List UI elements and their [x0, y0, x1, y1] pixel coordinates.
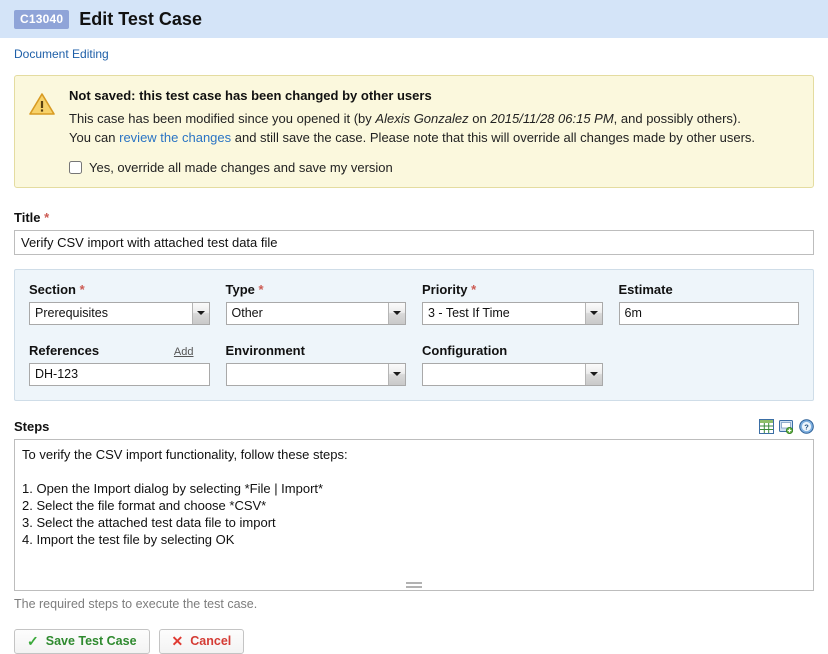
estimate-input[interactable]	[618, 301, 799, 325]
steps-hint: The required steps to execute the test c…	[14, 596, 258, 611]
warning-timestamp: 2015/11/28 06:15 PM	[490, 111, 614, 126]
override-changes-checkbox[interactable]	[69, 160, 82, 174]
override-changes-label[interactable]: Yes, override all made changes and save …	[89, 160, 393, 175]
section-field-group: Section * Prerequisites	[29, 282, 210, 325]
chevron-down-icon[interactable]	[584, 302, 602, 324]
section-select[interactable]: Prerequisites	[29, 301, 210, 325]
page-title: Edit Test Case	[79, 8, 202, 29]
steps-field-group: Steps ? To verify the CSV import functio…	[14, 418, 814, 611]
add-image-icon[interactable]	[779, 419, 794, 434]
title-input[interactable]	[14, 229, 814, 255]
form-actions: ✓ Save Test Case ✕ Cancel	[14, 628, 814, 654]
environment-label: Environment	[225, 342, 305, 358]
breadcrumb: Document Editing	[0, 38, 828, 67]
save-test-case-button[interactable]: ✓ Save Test Case	[14, 628, 150, 654]
estimate-field-group: Estimate	[618, 281, 799, 325]
steps-label: Steps	[14, 418, 50, 434]
priority-select[interactable]: 3 - Test If Time	[422, 301, 603, 325]
section-label: Section *	[29, 282, 85, 297]
configuration-label: Configuration	[422, 342, 508, 358]
title-field-group: Title *	[14, 210, 814, 255]
chevron-down-icon[interactable]	[191, 302, 209, 324]
type-select-value: Other	[231, 306, 263, 321]
warning-title: Not saved: this test case has been chang…	[69, 88, 432, 103]
priority-label-text: Priority	[422, 281, 468, 297]
configuration-field-group: Configuration	[422, 343, 603, 386]
cancel-label: Cancel	[190, 634, 232, 649]
priority-field-group: Priority * 3 - Test If Time	[422, 282, 603, 325]
properties-panel: Section * Prerequisites Type * Other Pri…	[14, 268, 814, 401]
check-icon: ✓	[27, 632, 39, 649]
warning-line1-mid: on	[468, 111, 491, 126]
title-required-marker: *	[44, 209, 50, 225]
section-required-marker: *	[79, 281, 85, 297]
insert-table-icon[interactable]	[759, 418, 774, 434]
case-id-badge: C13040	[14, 9, 70, 29]
warning-line2-prefix: You can	[69, 129, 120, 145]
warning-triangle-icon	[29, 88, 57, 175]
title-label: Title *	[14, 210, 814, 225]
priority-select-value: 3 - Test If Time	[428, 306, 510, 321]
properties-empty-cell	[619, 343, 800, 386]
warning-line1-suffix: , and possibly others).	[613, 111, 741, 126]
type-required-marker: *	[258, 281, 264, 297]
chevron-down-icon[interactable]	[584, 363, 602, 385]
steps-textarea[interactable]: To verify the CSV import functionality, …	[14, 438, 814, 591]
override-changes-row: Yes, override all made changes and save …	[69, 160, 799, 175]
configuration-select[interactable]	[422, 362, 603, 386]
section-label-text: Section	[29, 281, 76, 297]
cancel-button[interactable]: ✕ Cancel	[158, 628, 245, 654]
not-saved-warning-banner: Not saved: this test case has been chang…	[14, 75, 814, 188]
page-header: C13040 Edit Test Case	[0, 0, 828, 38]
estimate-label: Estimate	[618, 281, 673, 297]
type-select[interactable]: Other	[225, 301, 406, 325]
svg-text:?: ?	[804, 422, 809, 431]
type-label-text: Type	[225, 281, 255, 297]
chevron-down-icon[interactable]	[388, 363, 405, 385]
references-add-link[interactable]: Add	[174, 346, 210, 358]
references-field-group: References Add	[29, 343, 210, 386]
chevron-down-icon[interactable]	[388, 302, 405, 324]
steps-toolbar: ?	[759, 418, 814, 434]
references-input[interactable]	[29, 362, 210, 386]
warning-user-name: Alexis Gonzalez	[375, 111, 469, 126]
type-field-group: Type * Other	[225, 282, 406, 325]
help-icon[interactable]: ?	[799, 418, 814, 434]
priority-required-marker: *	[471, 281, 477, 297]
section-select-value: Prerequisites	[35, 306, 108, 321]
warning-line1-prefix: This case has been modified since you op…	[69, 111, 376, 126]
priority-label: Priority *	[422, 282, 476, 297]
warning-message: This case has been modified since you op…	[69, 110, 799, 148]
review-the-changes-link[interactable]: review the changes	[119, 130, 231, 145]
environment-field-group: Environment	[225, 342, 406, 386]
title-label-text: Title	[14, 209, 41, 225]
close-icon: ✕	[171, 632, 184, 649]
properties-row-spacer	[29, 329, 799, 339]
type-label: Type *	[226, 282, 264, 297]
warning-line2-suffix: and still save the case. Please note tha…	[231, 129, 756, 145]
environment-select[interactable]	[225, 362, 406, 386]
references-label: References	[29, 342, 100, 358]
save-test-case-label: Save Test Case	[45, 634, 137, 649]
breadcrumb-link-document-editing[interactable]: Document Editing	[14, 47, 109, 61]
